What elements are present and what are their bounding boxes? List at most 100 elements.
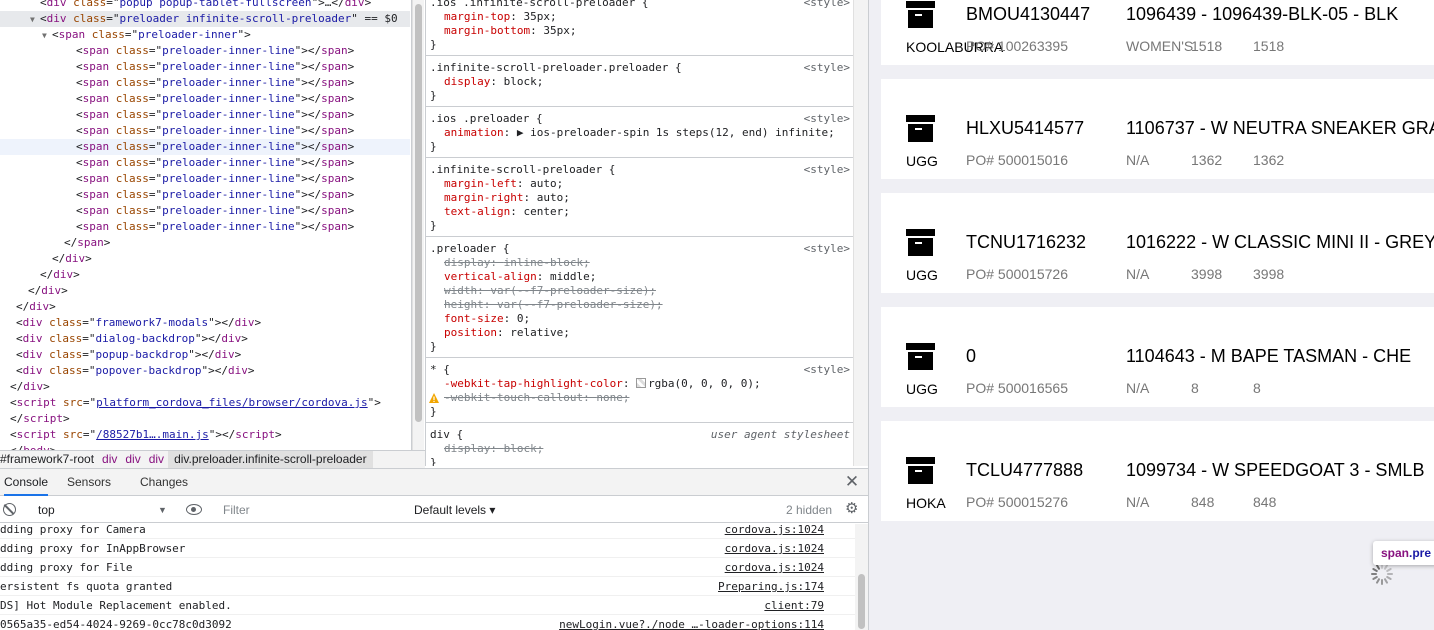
css-declaration[interactable]: margin-bottom: 35px; [444, 24, 576, 38]
property-name[interactable]: animation [444, 126, 504, 139]
dom-node[interactable]: <span class="preloader-inner-line"></spa… [0, 59, 410, 75]
property-value[interactable]: block; [504, 75, 544, 88]
css-declaration[interactable]: animation: ▶ ios-preloader-spin 1s steps… [444, 126, 835, 140]
css-rule[interactable]: .ios .preloader {<style> animation: ▶ ios… [426, 108, 853, 158]
dom-node[interactable]: </div> [0, 267, 410, 283]
dom-node[interactable]: </div> [0, 299, 410, 315]
elements-scrollbar[interactable] [412, 0, 424, 450]
rule-source[interactable]: <style> [804, 61, 850, 75]
css-declaration[interactable]: font-size: 0; [444, 312, 530, 326]
dom-node[interactable]: <span class="preloader-inner-line"></spa… [0, 91, 410, 107]
elements-tree[interactable]: <div class="popup popup-tablet-fullscree… [0, 0, 412, 450]
property-name[interactable]: -webkit-touch-callout [444, 391, 583, 404]
dom-node[interactable]: <span class="preloader-inner-line"></spa… [0, 155, 410, 171]
property-name[interactable]: vertical-align [444, 270, 537, 283]
dom-node[interactable]: ▼ <span class="preloader-inner"> [0, 27, 410, 43]
tab-console[interactable]: Console [4, 469, 49, 496]
css-rule[interactable]: div {user agent stylesheet display: block… [426, 424, 853, 466]
property-value[interactable]: 0; [517, 312, 530, 325]
rule-source[interactable]: <style> [804, 0, 850, 10]
property-value[interactable]: var(--f7-preloader-size); [497, 298, 663, 311]
property-value[interactable]: var(--f7-preloader-size); [490, 284, 656, 297]
dom-node[interactable]: </div> [0, 251, 410, 267]
expand-triangle-icon[interactable]: ▼ [42, 28, 52, 44]
source-link[interactable]: cordova.js:1024 [725, 520, 824, 538]
property-value[interactable]: inline-block; [504, 256, 590, 269]
shipment-card[interactable]: HLXU5414577 1106737 - W NEUTRA SNEAKER GR… [881, 79, 1434, 179]
breadcrumb-item[interactable]: div.preloader.infinite-scroll-preloader [168, 451, 373, 468]
dom-node[interactable]: </div> [0, 283, 410, 299]
property-name[interactable]: display [444, 75, 490, 88]
property-value[interactable]: auto; [530, 177, 563, 190]
property-name[interactable]: margin-left [444, 177, 517, 190]
css-declaration[interactable]: width: var(--f7-preloader-size); [444, 284, 656, 298]
tab-changes[interactable]: Changes [140, 469, 188, 496]
tab-sensors[interactable]: Sensors [67, 469, 111, 496]
dom-node[interactable]: <span class="preloader-inner-line"></spa… [0, 75, 410, 91]
dom-node[interactable]: </script> [0, 411, 410, 427]
css-declaration[interactable]: display: block; [444, 75, 543, 89]
css-declaration[interactable]: margin-left: auto; [444, 177, 563, 191]
css-declaration[interactable]: display: block; [444, 442, 543, 456]
css-declaration[interactable]: -webkit-touch-callout: none; [444, 391, 629, 405]
property-name[interactable]: margin-bottom [444, 24, 530, 37]
shipment-card[interactable]: TCLU4777888 1099734 - W SPEEDGOAT 3 - SML… [881, 421, 1434, 521]
source-link[interactable]: client:79 [764, 596, 824, 614]
dom-node[interactable]: </div> [0, 379, 410, 395]
rule-source[interactable]: <style> [804, 112, 850, 126]
css-rule[interactable]: .infinite-scroll-preloader { <style> margi… [426, 159, 853, 237]
console-scrollbar[interactable] [855, 524, 868, 630]
css-declaration[interactable]: position: relative; [444, 326, 570, 340]
property-value[interactable]: rgba(0, 0, 0, 0); [648, 377, 761, 390]
dom-node[interactable]: <span class="preloader-inner-line"></spa… [0, 139, 410, 155]
rule-selector[interactable]: div { [430, 428, 463, 442]
property-name[interactable]: display [444, 442, 490, 455]
styles-scrollbar[interactable] [853, 0, 868, 466]
css-declaration[interactable]: margin-right: auto; [444, 191, 570, 205]
css-declaration[interactable]: vertical-align: middle; [444, 270, 596, 284]
property-value[interactable]: relative; [510, 326, 570, 339]
css-declaration[interactable]: display: inline-block; [444, 256, 590, 270]
dom-node[interactable]: </span> [0, 235, 410, 251]
chevron-down-icon[interactable]: ▼ [158, 501, 167, 519]
dom-node[interactable]: <span class="preloader-inner-line"></spa… [0, 171, 410, 187]
property-value[interactable]: block; [504, 442, 544, 455]
dom-node[interactable]: ▼ <div class="preloader infinite-scroll-p… [0, 11, 410, 27]
rule-source[interactable]: <style> [804, 363, 850, 377]
context-selector[interactable]: top [28, 500, 168, 520]
rule-selector[interactable]: * { [430, 363, 450, 377]
property-name[interactable]: margin-right [444, 191, 523, 204]
dom-node[interactable]: <span class="preloader-inner-line"></spa… [0, 187, 410, 203]
dom-node[interactable]: <script src="platform_cordova_files/brow… [0, 395, 410, 411]
rule-source[interactable]: <style> [804, 242, 850, 256]
rule-selector[interactable]: .preloader { [430, 242, 509, 256]
rule-selector[interactable]: .infinite-scroll-preloader { [430, 163, 615, 177]
property-value[interactable]: middle; [550, 270, 596, 283]
property-value[interactable]: none; [596, 391, 629, 404]
dom-node[interactable]: <span class="preloader-inner-line"></spa… [0, 219, 410, 235]
property-name[interactable]: display [444, 256, 490, 269]
dom-node[interactable]: <div class="dialog-backdrop"></div> [0, 331, 410, 347]
css-rule[interactable]: * {<style> -webkit-tap-highlight-color: r… [426, 359, 853, 423]
css-rule[interactable]: .ios .infinite-scroll-preloader {<style>… [426, 0, 853, 56]
property-name[interactable]: font-size [444, 312, 504, 325]
css-rule[interactable]: .infinite-scroll-preloader.preloader {<s… [426, 57, 853, 107]
source-link[interactable]: cordova.js:1024 [725, 558, 824, 576]
dom-node[interactable]: <span class="preloader-inner-line"></spa… [0, 203, 410, 219]
shipment-card[interactable]: TCNU1716232 1016222 - W CLASSIC MINI II -… [881, 193, 1434, 293]
property-value[interactable]: ▶ ios-preloader-spin 1s steps(12, end) i… [517, 126, 835, 139]
clear-console-icon[interactable] [3, 503, 16, 516]
gear-icon[interactable]: ⚙ [845, 501, 859, 516]
css-rule[interactable]: .preloader { <style> display: inline-block… [426, 238, 853, 358]
dom-node[interactable]: <script src="/88527b1….main.js"></script… [0, 427, 410, 443]
rule-source[interactable]: <style> [804, 163, 850, 177]
property-name[interactable]: margin-top [444, 10, 510, 23]
css-declaration[interactable]: height: var(--f7-preloader-size); [444, 298, 663, 312]
property-value[interactable]: center; [523, 205, 569, 218]
breadcrumb-item[interactable]: div [121, 451, 144, 468]
breadcrumb-item[interactable]: #framework7-root [0, 451, 98, 468]
property-value[interactable]: auto; [537, 191, 570, 204]
shipment-card[interactable]: 0 1104643 - M BAPE TASMAN - CHE UGG PO# 500… [881, 307, 1434, 407]
dom-node[interactable]: <span class="preloader-inner-line"></spa… [0, 43, 410, 59]
source-link[interactable]: Preparing.js:174 [718, 577, 824, 595]
